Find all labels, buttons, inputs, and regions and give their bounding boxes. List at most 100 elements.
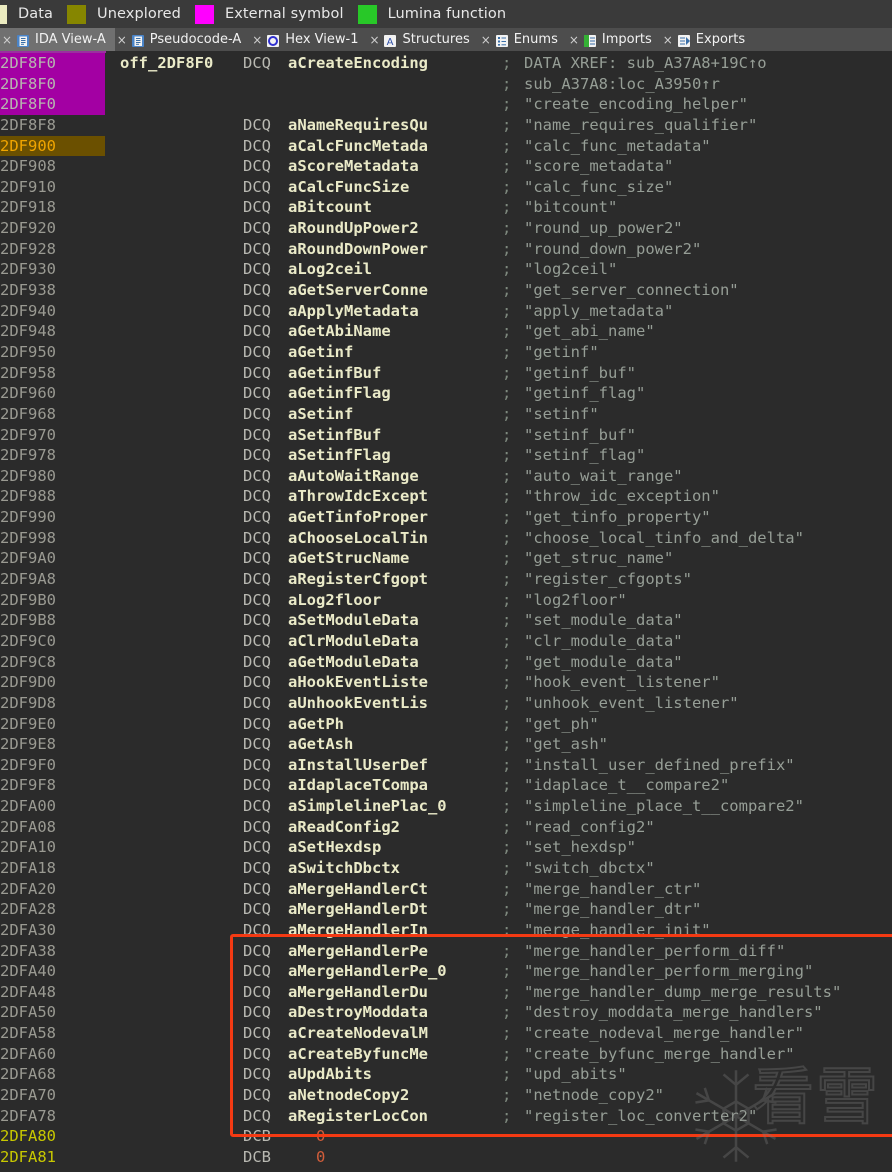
operand-cell[interactable]: aNetnodeCopy2	[288, 1085, 409, 1106]
disasm-line[interactable]: 2DFA48 DCQ aMergeHandlerDu; "merge_handler_…	[0, 982, 892, 1003]
disasm-line[interactable]: 2DF900 DCQ aCalcFuncMetada; "calc_func_meta…	[0, 135, 892, 157]
address-cell[interactable]: 2DF990	[0, 507, 105, 528]
disasm-line[interactable]: 2DFA81 DCB 0	[0, 1147, 892, 1168]
disasm-line[interactable]: 2DFA38 DCQ aMergeHandlerPe; "merge_handler_…	[0, 941, 892, 962]
address-cell[interactable]: 2DF918	[0, 197, 105, 218]
address-cell[interactable]: 2DF9C0	[0, 631, 105, 652]
address-cell[interactable]: 2DFA48	[0, 982, 105, 1003]
address-cell[interactable]: 2DF998	[0, 528, 105, 549]
disasm-line[interactable]: 2DF9D0 DCQ aHookEventListe; "hook_event_lis…	[0, 672, 892, 693]
address-cell[interactable]: 2DFA81	[0, 1147, 105, 1168]
address-cell[interactable]: 2DFA30	[0, 920, 105, 941]
disasm-line[interactable]: 2DFA00 DCQ aSimplelinePlac_0; "simpleline_p…	[0, 796, 892, 817]
operand-cell[interactable]: aMergeHandlerDt	[288, 899, 428, 920]
disasm-line[interactable]: 2DF9A0 DCQ aGetStrucName; "get_struc_name"	[0, 548, 892, 569]
disasm-line[interactable]: 2DF9B0 DCQ aLog2floor; "log2floor"	[0, 590, 892, 611]
disasm-line[interactable]: 2DF988 DCQ aThrowIdcExcept; "throw_idc_exce…	[0, 486, 892, 507]
address-cell[interactable]: 2DFA18	[0, 858, 105, 879]
address-cell[interactable]: 2DF9D8	[0, 693, 105, 714]
address-cell[interactable]: 2DF9B8	[0, 610, 105, 631]
address-cell[interactable]: 2DF9A0	[0, 548, 105, 569]
operand-cell[interactable]: aSimplelinePlac_0	[288, 796, 447, 817]
disasm-line[interactable]: 2DF9C8 DCQ aGetModuleData; "get_module_data…	[0, 652, 892, 673]
disasm-line[interactable]: 2DF8F0; "create_encoding_helper"	[0, 94, 892, 115]
operand-cell[interactable]: aHookEventListe	[288, 672, 428, 693]
operand-cell[interactable]: aRegisterCfgopt	[288, 569, 428, 590]
address-cell[interactable]: 2DF978	[0, 445, 105, 466]
address-cell[interactable]: 2DF9D0	[0, 672, 105, 693]
address-cell[interactable]: 2DF930	[0, 259, 105, 280]
disasm-line[interactable]: 2DF9B8 DCQ aSetModuleData; "set_module_data…	[0, 610, 892, 631]
disasm-line[interactable]: 2DFA08 DCQ aReadConfig2; "read_config2"	[0, 817, 892, 838]
operand-cell[interactable]: aScoreMetadata	[288, 156, 419, 177]
disasm-line[interactable]: 2DF9A8 DCQ aRegisterCfgopt; "register_cfgop…	[0, 569, 892, 590]
address-cell[interactable]: 2DFA40	[0, 961, 105, 982]
address-cell[interactable]: 2DF8F0	[0, 94, 105, 115]
operand-cell[interactable]: aIdaplaceTCompa	[288, 775, 428, 796]
address-cell[interactable]: 2DF8F0	[0, 73, 105, 95]
operand-cell[interactable]: aGetStrucName	[288, 548, 409, 569]
operand-cell[interactable]: aUpdAbits	[288, 1064, 372, 1085]
address-cell[interactable]: 2DF8F8	[0, 115, 105, 136]
operand-cell[interactable]: aUnhookEventLis	[288, 693, 428, 714]
address-cell[interactable]: 2DF948	[0, 321, 105, 342]
disasm-line[interactable]: 2DF970 DCQ aSetinfBuf; "setinf_buf"	[0, 425, 892, 446]
address-cell[interactable]: 2DFA00	[0, 796, 105, 817]
address-cell[interactable]: 2DF9C8	[0, 652, 105, 673]
operand-cell[interactable]: aReadConfig2	[288, 817, 400, 838]
disasm-line[interactable]: 2DF8F0 off_2DF8F0 DCQ aCreateEncoding; DATA …	[0, 53, 892, 74]
address-cell[interactable]: 2DFA60	[0, 1044, 105, 1065]
address-cell[interactable]: 2DF9F8	[0, 775, 105, 796]
operand-cell[interactable]: aBitcount	[288, 197, 372, 218]
operand-cell[interactable]: aAutoWaitRange	[288, 466, 419, 487]
operand-cell[interactable]: aCalcFuncMetada	[288, 136, 428, 157]
address-cell[interactable]: 2DF950	[0, 342, 105, 363]
disasm-line[interactable]: 2DFA60 DCQ aCreateByfuncMe; "create_byfunc_…	[0, 1044, 892, 1065]
tab-structures[interactable]: × A Structures	[367, 28, 478, 51]
tab-exports[interactable]: × Exports	[661, 28, 754, 51]
operand-cell[interactable]: aGetPh	[288, 714, 344, 735]
disasm-line[interactable]: 2DF9E0 DCQ aGetPh; "get_ph"	[0, 714, 892, 735]
operand-cell[interactable]: aNameRequiresQu	[288, 115, 428, 136]
operand-cell[interactable]: aMergeHandlerPe	[288, 941, 428, 962]
tab-pseudocode-a[interactable]: × Pseudocode-A	[115, 28, 250, 51]
address-cell[interactable]: 2DFA80	[0, 1126, 105, 1147]
operand-cell[interactable]: aMergeHandlerPe_0	[288, 961, 447, 982]
operand-cell[interactable]: aMergeHandlerDu	[288, 982, 428, 1003]
disassembly-listing[interactable]: 2DF8F0 off_2DF8F0 DCQ aCreateEncoding; DATA …	[0, 53, 892, 1172]
address-cell[interactable]: 2DF960	[0, 383, 105, 404]
address-cell[interactable]: 2DF9E0	[0, 714, 105, 735]
disasm-line[interactable]: 2DF938 DCQ aGetServerConne; "get_server_con…	[0, 280, 892, 301]
disasm-line[interactable]: 2DF910 DCQ aCalcFuncSize; "calc_func_size"	[0, 177, 892, 198]
operand-cell[interactable]: aSetModuleData	[288, 610, 419, 631]
operand-cell[interactable]: aApplyMetadata	[288, 301, 419, 322]
operand-cell[interactable]: aMergeHandlerIn	[288, 920, 428, 941]
operand-cell[interactable]: aGetAsh	[288, 734, 353, 755]
address-cell[interactable]: 2DF968	[0, 404, 105, 425]
operand-cell[interactable]: aChooseLocalTin	[288, 528, 428, 549]
operand-cell[interactable]: aRoundUpPower2	[288, 218, 419, 239]
disasm-line[interactable]: 2DFA58 DCQ aCreateNodevalM; "create_nodeval…	[0, 1023, 892, 1044]
disasm-line[interactable]: 2DF9E8 DCQ aGetAsh; "get_ash"	[0, 734, 892, 755]
tab-close-icon[interactable]: ×	[481, 34, 491, 46]
disasm-line[interactable]: 2DF928 DCQ aRoundDownPower; "round_down_pow…	[0, 239, 892, 260]
address-cell[interactable]: 2DF900	[0, 135, 105, 157]
disasm-line[interactable]: 2DFA50 DCQ aDestroyModdata; "destroy_moddat…	[0, 1002, 892, 1023]
disasm-line[interactable]: 2DF998 DCQ aChooseLocalTin; "choose_local_t…	[0, 528, 892, 549]
disasm-line[interactable]: 2DF908 DCQ aScoreMetadata; "score_metadata"	[0, 156, 892, 177]
tab-hex-view-1[interactable]: × Hex View-1	[250, 28, 367, 51]
operand-cell[interactable]: aCalcFuncSize	[288, 177, 409, 198]
address-cell[interactable]: 2DF9B0	[0, 590, 105, 611]
operand-cell[interactable]: 0	[316, 1147, 325, 1168]
operand-cell[interactable]: aInstallUserDef	[288, 755, 428, 776]
address-cell[interactable]: 2DF908	[0, 156, 105, 177]
operand-cell[interactable]: aGetTinfoProper	[288, 507, 428, 528]
tab-ida-view-a[interactable]: × IDA View-A	[0, 28, 115, 51]
disasm-line[interactable]: 2DF960 DCQ aGetinfFlag; "getinf_flag"	[0, 383, 892, 404]
address-cell[interactable]: 2DFA78	[0, 1106, 105, 1127]
address-cell[interactable]: 2DFA28	[0, 899, 105, 920]
tab-close-icon[interactable]: ×	[663, 34, 673, 46]
operand-cell[interactable]: aMergeHandlerCt	[288, 879, 428, 900]
address-cell[interactable]: 2DF8F0	[0, 53, 105, 74]
disasm-line[interactable]: 2DFA68 DCQ aUpdAbits; "upd_abits"	[0, 1064, 892, 1085]
